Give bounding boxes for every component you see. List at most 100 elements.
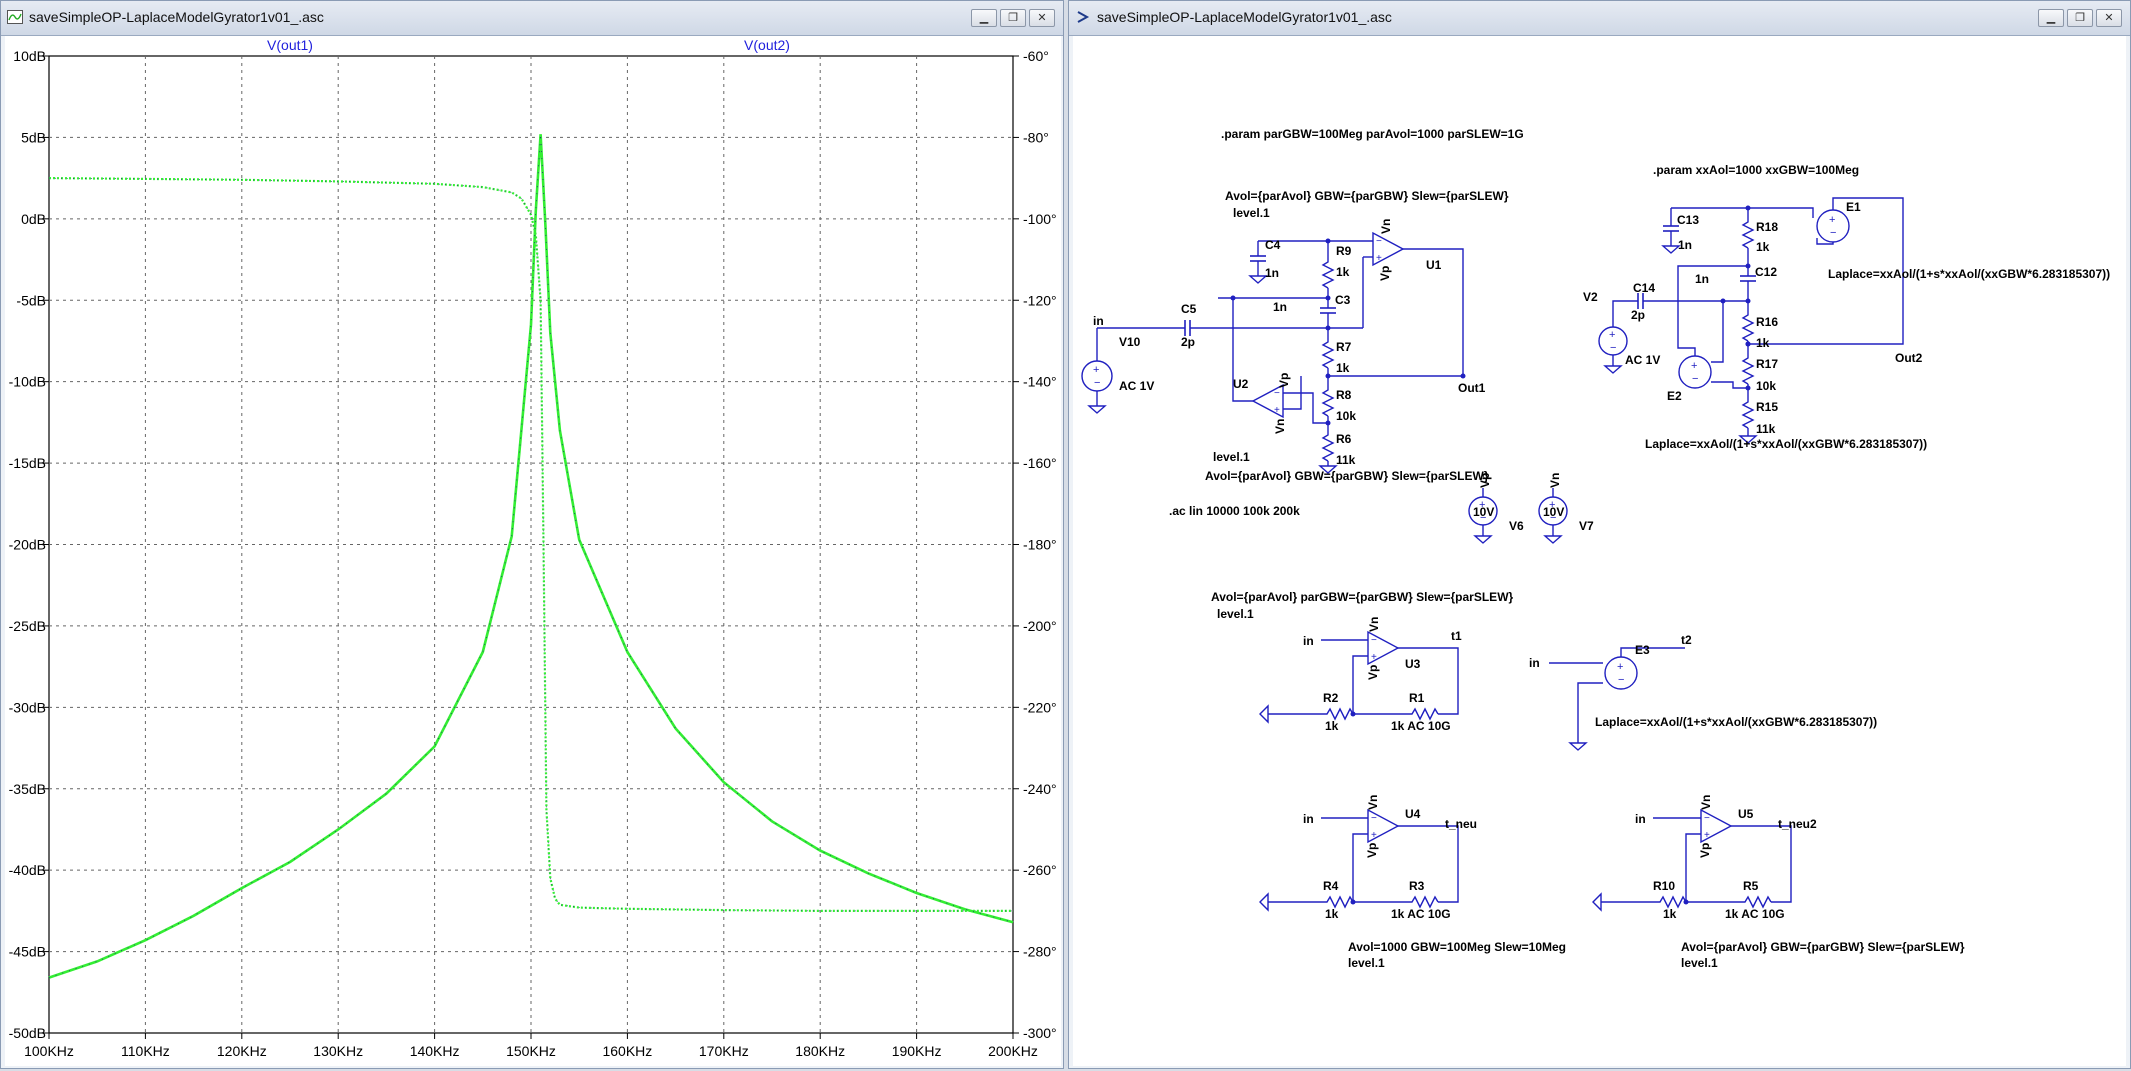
r4-resistor[interactable] xyxy=(1323,895,1354,909)
u2-name[interactable]: U2 xyxy=(1233,377,1249,391)
bode-plot[interactable]: 100KHz 110KHz 120KHz 130KHz 140KHz 150KHz 160K… xyxy=(5,36,1061,1066)
r17-name[interactable]: R17 xyxy=(1756,357,1778,371)
r10-value[interactable]: 1k xyxy=(1663,907,1677,921)
r16-name[interactable]: R16 xyxy=(1756,315,1778,329)
r4-value[interactable]: 1k xyxy=(1325,907,1339,921)
c5-value[interactable]: 2p xyxy=(1181,335,1195,349)
u3-in-label[interactable]: in xyxy=(1303,634,1314,648)
restore-button[interactable]: ❐ xyxy=(2067,9,2093,27)
u1-vn-pin[interactable]: Vn xyxy=(1379,219,1393,234)
legend-out2[interactable]: V(out2) xyxy=(744,37,790,53)
u2-attributes[interactable]: Avol={parAvol} GBW={parGBW} Slew={parSLE… xyxy=(1205,469,1489,483)
c4-value[interactable]: 1n xyxy=(1265,266,1279,280)
r3-name[interactable]: R3 xyxy=(1409,879,1425,893)
c3-value[interactable]: 1n xyxy=(1273,300,1287,314)
schematic-window[interactable]: saveSimpleOP-LaplaceModelGyrator1v01_.as… xyxy=(1068,0,2131,1069)
u3-name[interactable]: U3 xyxy=(1405,657,1421,671)
r7-name[interactable]: R7 xyxy=(1336,340,1352,354)
u1-level[interactable]: level.1 xyxy=(1233,206,1270,220)
r10-resistor[interactable] xyxy=(1656,895,1687,909)
e2-laplace[interactable]: Laplace=xxAol/(1+s*xxAol/(xxGBW*6.283185… xyxy=(1645,437,1927,451)
u4-in-label[interactable]: in xyxy=(1303,812,1314,826)
r2-resistor[interactable] xyxy=(1323,707,1354,721)
u5-level[interactable]: level.1 xyxy=(1681,956,1718,970)
c13-name[interactable]: C13 xyxy=(1677,213,1699,227)
u3-level[interactable]: level.1 xyxy=(1217,607,1254,621)
v2-name[interactable]: V2 xyxy=(1583,290,1598,304)
v6-name[interactable]: V6 xyxy=(1509,519,1524,533)
minimize-button[interactable]: ▁ xyxy=(971,9,997,27)
r3-value[interactable]: 1k AC 10G xyxy=(1391,907,1451,921)
r10-name[interactable]: R10 xyxy=(1653,879,1675,893)
e3-laplace[interactable]: Laplace=xxAol/(1+s*xxAol/(xxGBW*6.283185… xyxy=(1595,715,1877,729)
u5-name[interactable]: U5 xyxy=(1738,807,1754,821)
close-button[interactable]: ✕ xyxy=(1029,9,1055,27)
u2-vn-pin[interactable]: Vn xyxy=(1273,419,1287,434)
v7-name[interactable]: V7 xyxy=(1579,519,1594,533)
net-label-in[interactable]: in xyxy=(1093,314,1104,328)
net-label-t2[interactable]: t2 xyxy=(1681,633,1692,647)
r1-resistor[interactable] xyxy=(1408,707,1439,721)
r1-value[interactable]: 1k AC 10G xyxy=(1391,719,1451,733)
r16-value[interactable]: 1k xyxy=(1756,336,1770,350)
schematic-canvas[interactable]: + − − + − + + − + − + − + − + − − + + − − + − + .param parGBW=1… xyxy=(1073,36,2126,1066)
r2-value[interactable]: 1k xyxy=(1325,719,1339,733)
u4-vn-pin[interactable]: Vn xyxy=(1366,795,1380,810)
waveform-titlebar[interactable]: saveSimpleOP-LaplaceModelGyrator1v01_.as… xyxy=(1,1,1063,36)
u3-vp-pin[interactable]: Vp xyxy=(1366,665,1380,680)
v6-value[interactable]: 10V xyxy=(1473,505,1494,519)
r4-name[interactable]: R4 xyxy=(1323,879,1339,893)
r7-value[interactable]: 1k xyxy=(1336,361,1350,375)
c12-name[interactable]: C12 xyxy=(1755,265,1777,279)
net-label-t1[interactable]: t1 xyxy=(1451,629,1462,643)
r7-resistor[interactable] xyxy=(1321,338,1335,369)
net-label-t-neu2[interactable]: t_neu2 xyxy=(1778,817,1817,831)
net-label-out2[interactable]: Out2 xyxy=(1895,351,1923,365)
r9-resistor[interactable] xyxy=(1321,258,1335,289)
c3-name[interactable]: C3 xyxy=(1335,293,1351,307)
r6-name[interactable]: R6 xyxy=(1336,432,1352,446)
r3-resistor[interactable] xyxy=(1408,895,1439,909)
u1-attributes[interactable]: Avol={parAvol} GBW={parGBW} Slew={parSLE… xyxy=(1225,189,1509,203)
directive-param1[interactable]: .param parGBW=100Meg parAvol=1000 parSLE… xyxy=(1221,127,1524,141)
u2-level[interactable]: level.1 xyxy=(1213,450,1250,464)
u4-name[interactable]: U4 xyxy=(1405,807,1421,821)
ac-analysis-directive[interactable]: .ac lin 10000 100k 200k xyxy=(1169,504,1300,518)
e3-in-label[interactable]: in xyxy=(1529,656,1540,670)
u4-attributes[interactable]: Avol=1000 GBW=100Meg Slew=10Meg xyxy=(1348,940,1566,954)
minimize-button[interactable]: ▁ xyxy=(2038,9,2064,27)
r16-resistor[interactable] xyxy=(1741,311,1755,342)
c13-value[interactable]: 1n xyxy=(1678,238,1692,252)
c4-name[interactable]: C4 xyxy=(1265,238,1281,252)
waveform-window[interactable]: saveSimpleOP-LaplaceModelGyrator1v01_.as… xyxy=(0,0,1064,1069)
net-label-t-neu[interactable]: t_neu xyxy=(1445,817,1477,831)
u5-vp-pin[interactable]: Vp xyxy=(1698,843,1712,858)
r18-value[interactable]: 1k xyxy=(1756,240,1770,254)
r8-name[interactable]: R8 xyxy=(1336,388,1352,402)
v7-net[interactable]: Vn xyxy=(1548,473,1562,488)
r5-name[interactable]: R5 xyxy=(1743,879,1759,893)
plot-pane[interactable]: 100KHz 110KHz 120KHz 130KHz 140KHz 150KHz 160K… xyxy=(5,36,1061,1066)
u4-vp-pin[interactable]: Vp xyxy=(1365,843,1379,858)
r5-value[interactable]: 1k AC 10G xyxy=(1725,907,1785,921)
r15-value[interactable]: 11k xyxy=(1756,422,1776,436)
u5-attributes[interactable]: Avol={parAvol} GBW={parGBW} Slew={parSLE… xyxy=(1681,940,1965,954)
r15-name[interactable]: R15 xyxy=(1756,400,1778,414)
e1-name[interactable]: E1 xyxy=(1846,200,1861,214)
u5-vn-pin[interactable]: Vn xyxy=(1699,795,1713,810)
r1-name[interactable]: R1 xyxy=(1409,691,1425,705)
u3-attributes[interactable]: Avol={parAvol} parGBW={parGBW} Slew={par… xyxy=(1211,590,1514,604)
r6-value[interactable]: 11k xyxy=(1336,453,1356,467)
v10-name[interactable]: V10 xyxy=(1119,335,1141,349)
r5-resistor[interactable] xyxy=(1741,895,1772,909)
c14-name[interactable]: C14 xyxy=(1633,281,1655,295)
r8-resistor[interactable] xyxy=(1321,386,1335,417)
u1-vp-pin[interactable]: Vp xyxy=(1378,266,1392,281)
schematic-titlebar[interactable]: saveSimpleOP-LaplaceModelGyrator1v01_.as… xyxy=(1069,1,2130,36)
v7-value[interactable]: 10V xyxy=(1543,505,1564,519)
e2-name[interactable]: E2 xyxy=(1667,389,1682,403)
r15-resistor[interactable] xyxy=(1741,398,1755,429)
r6-resistor[interactable] xyxy=(1321,431,1335,462)
net-label-out1[interactable]: Out1 xyxy=(1458,381,1486,395)
r9-name[interactable]: R9 xyxy=(1336,244,1352,258)
